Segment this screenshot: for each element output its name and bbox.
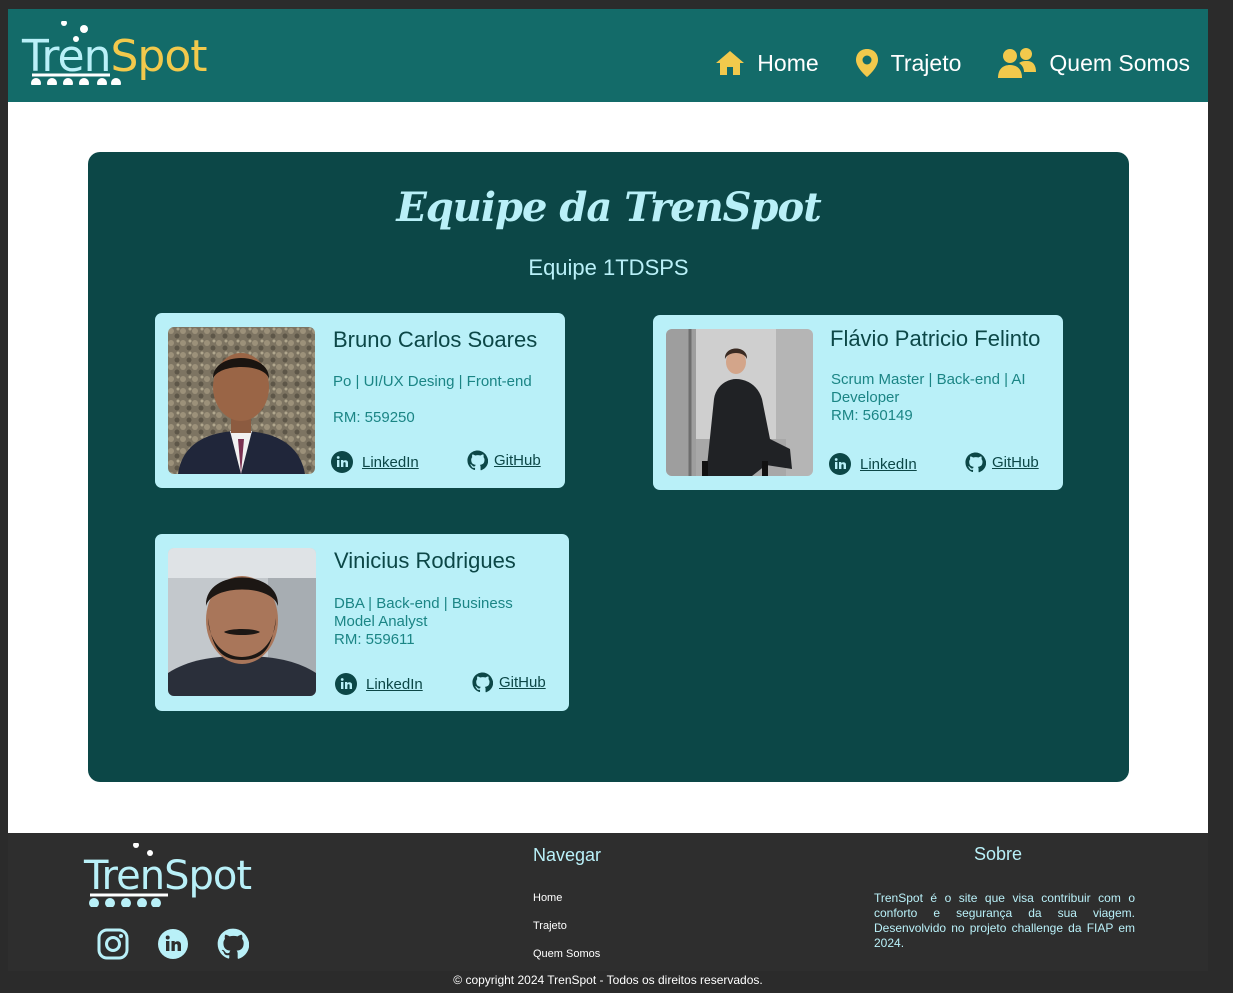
member-card: Vinicius Rodrigues DBA | Back-end | Busi… [155,534,569,711]
map-pin-icon [855,48,879,78]
footer-about-text: TrenSpot é o site que visa contribuir co… [874,891,1135,950]
users-icon [997,47,1037,79]
footer-about-title: Sobre [974,844,1023,864]
linkedin-label: LinkedIn [362,453,419,471]
member-name: Flávio Patricio Felinto [830,326,1041,351]
github-icon [965,452,986,473]
home-icon [715,50,745,76]
nav-home[interactable]: Home [715,49,819,77]
team-panel: Equipe da TrenSpot Equipe 1TDSPS Bruno C… [88,152,1129,782]
github-link[interactable]: GitHub [472,672,546,693]
member-rm: RM: 559250 [333,409,415,426]
nav-trajeto-label: Trajeto [890,49,962,76]
linkedin-label: LinkedIn [860,455,917,473]
member-photo [168,548,316,696]
footer-link-quem-somos[interactable]: Quem Somos [533,948,600,960]
member-role: DBA | Back-end | Business Model Analyst [334,595,513,630]
github-icon[interactable] [217,928,249,960]
nav-trajeto[interactable]: Trajeto [855,48,962,78]
site-header: TrenSpot Home Trajeto Quem Somos [8,9,1208,102]
linkedin-link[interactable]: LinkedIn [335,673,423,695]
member-rm: RM: 559611 [334,631,415,648]
linkedin-icon[interactable] [157,928,189,960]
member-role: Po | UI/UX Desing | Front-end [333,373,532,390]
page: TrenSpot Home Trajeto Quem Somos Equipe … [8,9,1208,971]
github-icon [467,450,488,471]
linkedin-label: LinkedIn [366,675,423,693]
linkedin-icon [335,673,357,695]
nav-quem-somos[interactable]: Quem Somos [997,47,1190,79]
github-link[interactable]: GitHub [467,450,541,471]
github-label: GitHub [499,674,546,691]
logo-tren: Tren [22,31,111,82]
footer-link-trajeto[interactable]: Trajeto [533,920,567,932]
footer-logo-wordmark: TrenSpot [84,853,252,899]
member-card: Flávio Patricio Felinto Scrum Master | B… [653,315,1063,490]
github-label: GitHub [494,452,541,469]
logo-spot: Spot [110,31,208,82]
main-nav: Home Trajeto Quem Somos [715,47,1190,79]
member-role: Scrum Master | Back-end | AI Developer [831,371,1026,406]
member-name: Vinicius Rodrigues [334,548,516,573]
footer-link-home[interactable]: Home [533,892,562,904]
footer-logo[interactable]: TrenSpot [84,843,274,907]
nav-home-label: Home [757,49,819,76]
team-subtitle: Equipe 1TDSPS [528,255,689,280]
copyright-text: © copyright 2024 TrenSpot - Todos os dir… [453,973,763,987]
footer-nav-title: Navegar [533,845,602,865]
instagram-icon[interactable] [97,928,129,960]
nav-quem-somos-label: Quem Somos [1049,49,1190,76]
logo-wordmark: TrenSpot [22,31,208,82]
github-label: GitHub [992,454,1039,471]
github-link[interactable]: GitHub [965,452,1039,473]
linkedin-icon [829,453,851,475]
github-icon [472,672,493,693]
member-rm: RM: 560149 [831,407,913,424]
linkedin-link[interactable]: LinkedIn [331,451,419,473]
member-card: Bruno Carlos Soares Po | UI/UX Desing | … [155,313,565,488]
member-name: Bruno Carlos Soares [333,327,538,352]
trenspot-logo[interactable]: TrenSpot [22,21,212,85]
linkedin-link[interactable]: LinkedIn [829,453,917,475]
linkedin-icon [331,451,353,473]
member-photo [168,327,315,474]
team-title: Equipe da TrenSpot [396,184,821,231]
member-photo [666,329,813,476]
site-footer: TrenSpot Navegar Home Trajeto Quem Somos… [8,833,1208,971]
